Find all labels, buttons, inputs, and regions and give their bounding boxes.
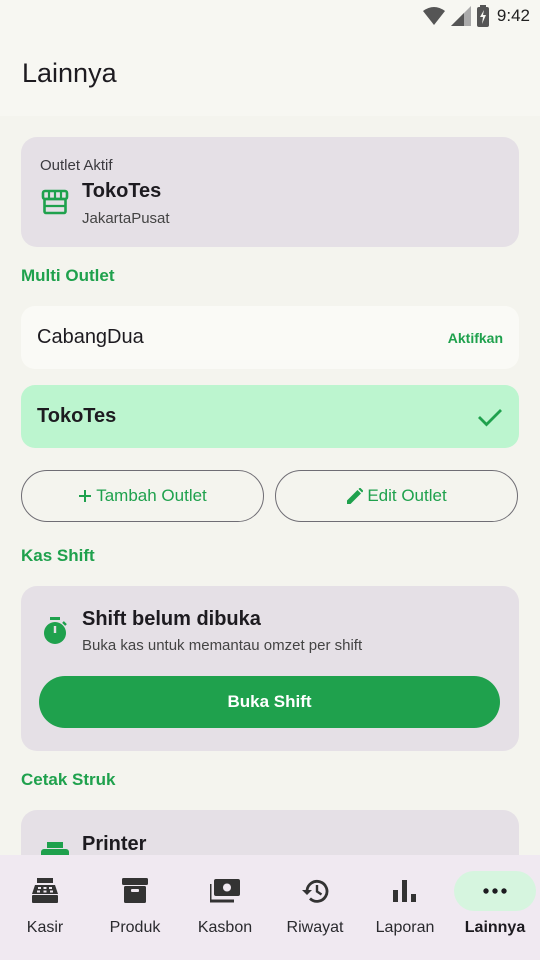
nav-pill [364,871,446,911]
nav-pill [274,871,356,911]
active-outlet-overline: Outlet Aktif [40,157,113,174]
cash-register-icon [32,878,58,903]
active-outlet-name: TokoTes [82,180,162,202]
printer-title: Printer [82,833,147,855]
add-outlet-button[interactable]: Tambah Outlet [21,470,264,522]
add-outlet-label: Tambah Outlet [96,486,207,505]
nav-label: Lainnya [464,919,526,936]
nav-item-lainnya[interactable]: Lainnya [450,855,540,960]
page-title: Lainnya [22,58,117,88]
archive-box-icon [122,878,148,903]
status-icons: 9:42 [422,5,530,27]
edit-outlet-label: Edit Outlet [367,486,447,505]
active-outlet-location: JakartaPusat [82,210,170,227]
cash-shift-card: Shift belum dibuka Buka kas untuk memant… [21,586,519,751]
nav-item-produk[interactable]: Produk [90,855,180,960]
nav-item-laporan[interactable]: Laporan [360,855,450,960]
payments-icon [210,879,240,903]
shift-status-title: Shift belum dibuka [82,608,261,630]
multi-outlet-section-title: Multi Outlet [21,266,115,285]
battery-charging-icon [476,5,489,27]
nav-label: Produk [109,919,161,936]
timer-icon [44,617,67,644]
app-bar: Lainnya [0,34,540,116]
outlet-row-tokotes[interactable]: TokoTes [21,385,519,448]
printer-icon [41,842,69,855]
nav-label: Kasir [26,919,64,936]
more-horiz-icon [483,888,507,894]
printer-card[interactable]: Printer [21,810,519,855]
store-icon [41,189,69,215]
checkmark-icon [478,408,502,426]
shift-status-subtitle: Buka kas untuk memantau omzet per shift [82,637,363,654]
outlet-row-name: TokoTes [37,405,117,427]
print-receipt-section-title: Cetak Struk [21,770,116,789]
pencil-icon [347,487,364,504]
active-outlet-card: Outlet Aktif TokoTes JakartaPusat [21,137,519,247]
signal-icon [450,6,471,26]
nav-label: Kasbon [197,919,253,936]
bar-chart-icon [393,880,416,902]
outlet-row-cabangdua[interactable]: CabangDua Aktifkan [21,306,519,369]
nav-item-riwayat[interactable]: Riwayat [270,855,360,960]
nav-label: Laporan [375,919,435,936]
edit-outlet-button[interactable]: Edit Outlet [275,470,518,522]
nav-pill [454,871,536,911]
status-time: 9:42 [496,6,530,25]
history-icon [302,879,329,903]
plus-icon [79,490,92,502]
bottom-navigation: Kasir Produk Kasbon Riwayat Laporan Lain… [0,855,540,960]
nav-pill [94,871,176,911]
nav-item-kasir[interactable]: Kasir [0,855,90,960]
nav-item-kasbon[interactable]: Kasbon [180,855,270,960]
activate-outlet-button[interactable]: Aktifkan [448,330,503,346]
wifi-icon [422,7,445,25]
nav-label: Riwayat [286,919,344,936]
status-bar: 9:42 [0,0,540,34]
cash-shift-section-title: Kas Shift [21,546,95,565]
nav-pill [4,871,86,911]
content-scroll[interactable]: Outlet Aktif TokoTes JakartaPusat Multi … [0,116,540,855]
nav-pill [184,871,266,911]
outlet-row-name: CabangDua [37,326,144,348]
open-shift-button[interactable]: Buka Shift [39,676,500,728]
